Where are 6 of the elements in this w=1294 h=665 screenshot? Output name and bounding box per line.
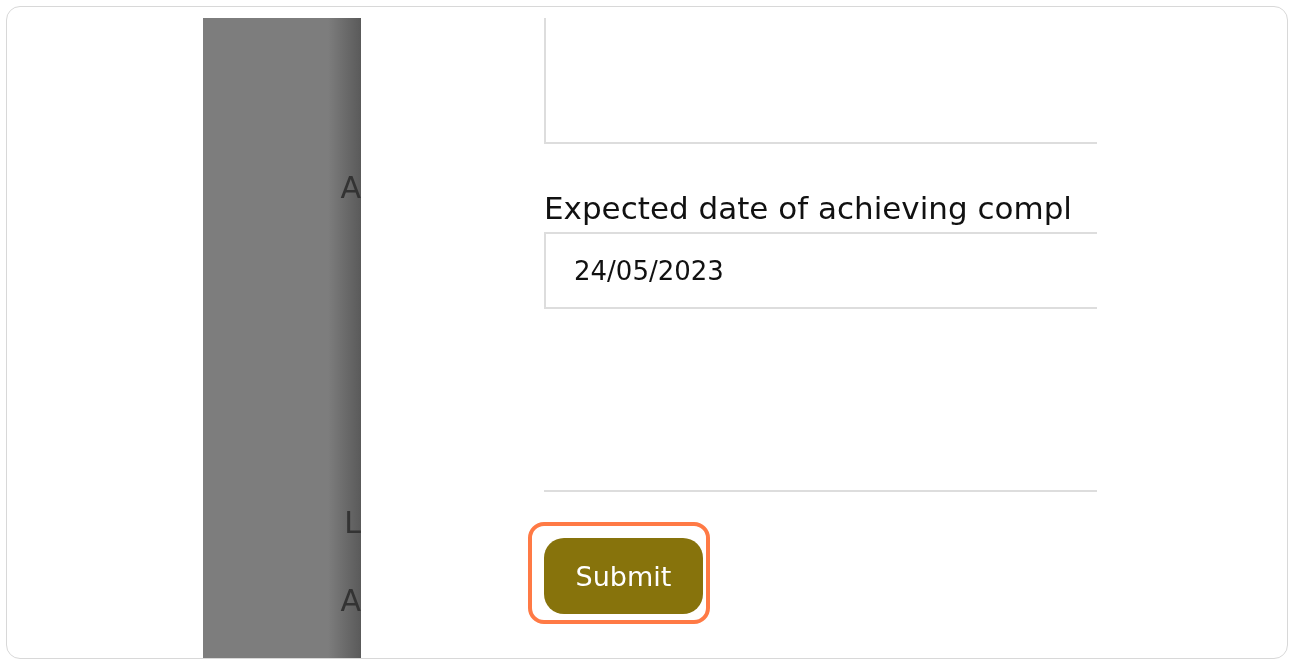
label-text: A (340, 586, 361, 616)
field-label: Expected date of achieving compl (544, 189, 1073, 228)
date-field[interactable]: 24/05/2023 (544, 232, 1097, 309)
label-text: A (340, 173, 361, 203)
comment-field[interactable] (544, 18, 1097, 144)
submit-button[interactable]: Submit (544, 538, 703, 614)
